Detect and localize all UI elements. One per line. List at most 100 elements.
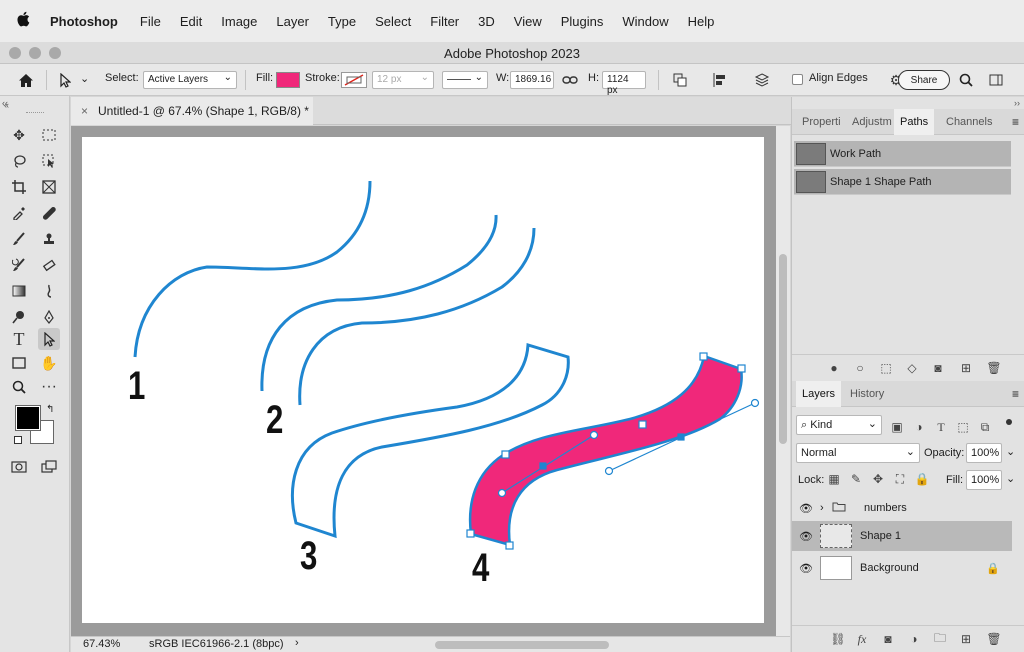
object-selection-tool-icon[interactable] xyxy=(38,150,60,172)
chevron-right-icon[interactable]: › xyxy=(820,502,832,514)
filter-toggle[interactable] xyxy=(1006,419,1012,425)
filter-pixel-icon[interactable]: ▣ xyxy=(889,419,905,435)
lock-position-icon[interactable]: ✥ xyxy=(870,471,886,487)
layer-row-shape-1[interactable]: 👁 Shape 1 xyxy=(792,521,1012,551)
menu-window[interactable]: Window xyxy=(622,14,668,29)
crop-tool-icon[interactable] xyxy=(8,176,30,198)
fill-path-icon[interactable]: ● xyxy=(826,360,842,376)
fill-color-swatch[interactable] xyxy=(276,72,300,88)
stroke-type-dropdown[interactable]: ⌄ xyxy=(442,71,488,89)
share-button[interactable]: Share xyxy=(898,70,950,90)
eyedropper-tool-icon[interactable] xyxy=(8,202,30,224)
blend-mode-dropdown[interactable]: Normal ⌄ xyxy=(796,443,920,463)
add-mask-icon[interactable]: ◙ xyxy=(930,360,946,376)
lock-artboard-icon[interactable]: ⛶ xyxy=(892,471,908,487)
stroke-color-swatch[interactable] xyxy=(341,72,367,88)
home-icon[interactable] xyxy=(16,70,36,90)
workspace-icon[interactable] xyxy=(986,70,1006,90)
more-tools-icon[interactable]: ··· xyxy=(38,376,60,398)
align-edges-checkbox[interactable] xyxy=(792,74,803,85)
smudge-tool-icon[interactable] xyxy=(38,280,60,302)
swap-colors-icon[interactable]: ↰ xyxy=(46,404,54,415)
path-selection-tool-icon[interactable] xyxy=(55,70,75,90)
scroll-thumb[interactable] xyxy=(779,254,787,444)
link-icon[interactable] xyxy=(560,70,580,90)
zoom-tool-icon[interactable] xyxy=(8,376,30,398)
lock-transparent-icon[interactable]: ▦ xyxy=(826,471,842,487)
chevron-down-icon[interactable]: ⌄ xyxy=(1006,472,1015,485)
healing-brush-tool-icon[interactable] xyxy=(38,202,60,224)
fx-icon[interactable]: fx xyxy=(854,631,870,647)
tab-layers[interactable]: Layers xyxy=(796,381,842,407)
path-arrangement-icon[interactable] xyxy=(752,70,772,90)
width-field[interactable]: 1869.16 xyxy=(510,71,554,89)
type-tool-icon[interactable]: T xyxy=(8,328,30,350)
lock-all-icon[interactable]: 🔒 xyxy=(914,471,930,487)
new-path-icon[interactable]: ⊞ xyxy=(958,360,974,376)
tab-properties[interactable]: Properti xyxy=(796,109,847,135)
tab-history[interactable]: History xyxy=(844,381,890,407)
menu-layer[interactable]: Layer xyxy=(276,14,309,29)
filter-shape-icon[interactable]: ⬚ xyxy=(955,419,971,435)
marquee-tool-icon[interactable] xyxy=(38,124,60,146)
kind-filter-dropdown[interactable]: ⌕ Kind ⌄ xyxy=(796,415,882,435)
eye-icon[interactable]: 👁 xyxy=(792,562,820,575)
menu-plugins[interactable]: Plugins xyxy=(561,14,604,29)
tab-paths[interactable]: Paths xyxy=(894,109,935,135)
tab-adjustments[interactable]: Adjustm xyxy=(846,109,898,135)
quick-mask-icon[interactable] xyxy=(8,456,30,478)
menu-type[interactable]: Type xyxy=(328,14,356,29)
rectangle-tool-icon[interactable] xyxy=(8,352,30,374)
adjustment-layer-icon[interactable]: ◑ xyxy=(906,631,922,647)
horizontal-scrollbar[interactable] xyxy=(435,641,609,649)
menu-3d[interactable]: 3D xyxy=(478,14,495,29)
chevron-down-icon[interactable]: ⌄ xyxy=(1006,445,1015,458)
menu-file[interactable]: File xyxy=(140,14,161,29)
pen-tool-icon[interactable] xyxy=(38,306,60,328)
apple-icon[interactable] xyxy=(16,11,34,32)
search-icon[interactable] xyxy=(956,70,976,90)
menu-edit[interactable]: Edit xyxy=(180,14,202,29)
trash-icon[interactable]: 🗑 xyxy=(986,631,1002,647)
filter-smart-object-icon[interactable]: ⧉ xyxy=(977,419,993,435)
artwork[interactable] xyxy=(82,137,764,623)
filter-type-icon[interactable]: T xyxy=(933,419,949,435)
menu-select[interactable]: Select xyxy=(375,14,411,29)
menu-view[interactable]: View xyxy=(514,14,542,29)
lock-pixels-icon[interactable]: ✎ xyxy=(848,471,864,487)
chevron-right-icon[interactable]: › xyxy=(295,637,299,649)
frame-tool-icon[interactable] xyxy=(38,176,60,198)
menu-filter[interactable]: Filter xyxy=(430,14,459,29)
trash-icon[interactable]: 🗑 xyxy=(986,360,1002,376)
screen-mode-icon[interactable] xyxy=(38,456,60,478)
foreground-color-swatch[interactable] xyxy=(15,405,41,431)
opacity-field[interactable]: 100% xyxy=(966,443,1002,463)
stroke-path-icon[interactable]: ○ xyxy=(852,360,868,376)
fill-opacity-field[interactable]: 100% xyxy=(966,470,1002,490)
panel-menu-icon[interactable]: ≡ xyxy=(1012,115,1019,129)
hand-tool-icon[interactable]: ✋ xyxy=(38,352,60,374)
load-selection-icon[interactable]: ⬚ xyxy=(878,360,894,376)
close-icon[interactable]: × xyxy=(81,104,88,118)
layer-row-numbers[interactable]: 👁 › numbers xyxy=(792,493,1012,523)
zoom-level[interactable]: 67.43% xyxy=(83,638,120,650)
color-profile[interactable]: sRGB IEC61966-2.1 (8bpc) xyxy=(149,638,284,650)
height-field[interactable]: 1124 px xyxy=(602,71,646,96)
path-row-work-path[interactable]: Work Path xyxy=(794,141,1011,167)
path-row-shape-1[interactable]: Shape 1 Shape Path xyxy=(794,169,1011,195)
add-mask-icon[interactable]: ◙ xyxy=(880,631,896,647)
collapse-panels-icon[interactable]: ‹‹ xyxy=(2,98,8,108)
direct-selection-tool-icon[interactable] xyxy=(38,328,60,350)
stamp-tool-icon[interactable] xyxy=(38,228,60,250)
move-tool-icon[interactable]: ✥ xyxy=(8,124,30,146)
select-dropdown[interactable]: Active Layers ⌄ xyxy=(143,71,237,89)
menu-image[interactable]: Image xyxy=(221,14,257,29)
link-layers-icon[interactable]: ⛓ xyxy=(830,631,846,647)
eye-icon[interactable]: 👁 xyxy=(792,530,820,543)
new-layer-icon[interactable]: ⊞ xyxy=(958,631,974,647)
filter-adjustment-icon[interactable]: ◑ xyxy=(911,419,927,435)
gradient-tool-icon[interactable] xyxy=(8,280,30,302)
lasso-tool-icon[interactable] xyxy=(8,150,30,172)
stroke-width-field[interactable]: 12 px ⌄ xyxy=(372,71,434,89)
eraser-tool-icon[interactable] xyxy=(38,254,60,276)
